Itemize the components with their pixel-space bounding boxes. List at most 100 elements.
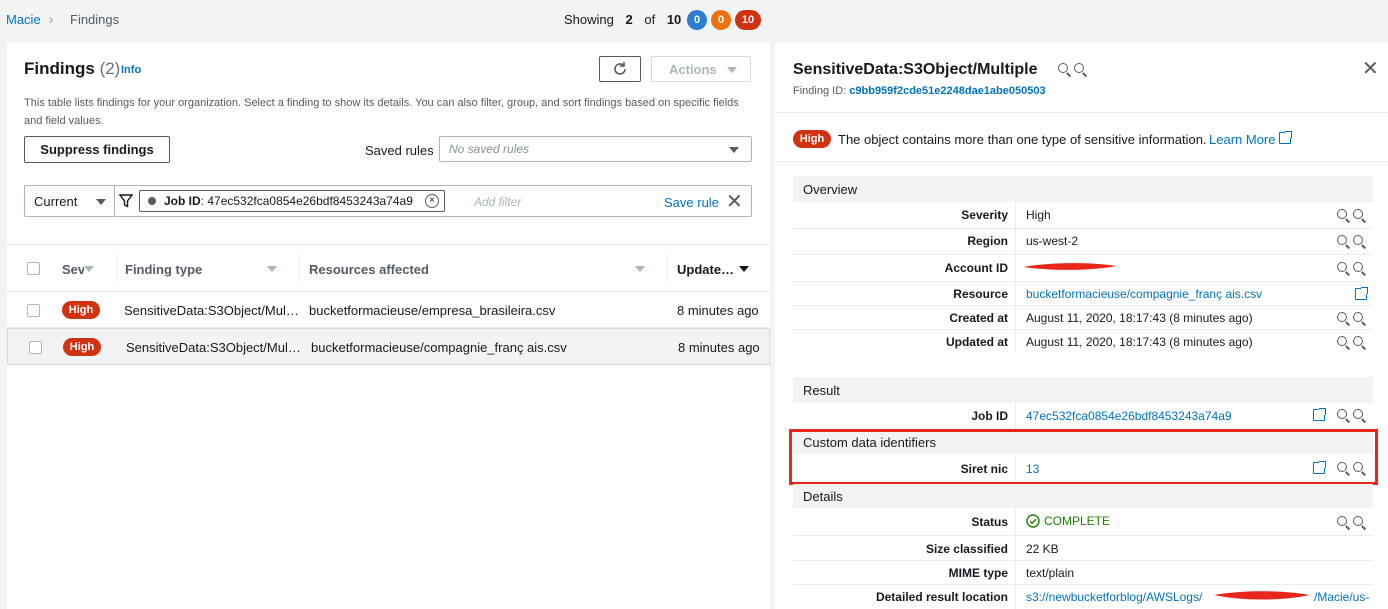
row-checkbox[interactable] [27,304,40,317]
sort-icon[interactable] [84,266,94,272]
divider [793,329,1373,330]
saved-rules-placeholder: No saved rules [449,142,530,156]
job-id-link[interactable]: 47ec532fca0854e26bdf8453243a74a9 [1026,409,1232,423]
zoom-in-icon[interactable] [1337,262,1350,275]
token-value: : 47ec532fca0854e26bdf8453243a74a9 [200,194,413,208]
col-severity[interactable]: Sev [62,262,84,277]
external-link-icon[interactable] [1355,287,1368,300]
resource-label: Resource [953,287,1008,301]
zoom-out-icon[interactable] [1353,209,1366,222]
updated-value: August 11, 2020, 18:17:43 (8 minutes ago… [1026,335,1253,349]
sort-icon[interactable] [635,266,645,272]
detail-title: SensitiveData:S3Object/Multiple [793,61,1038,78]
breadcrumb-findings: Findings [70,12,120,27]
job-zoom [1337,409,1366,422]
zoom-in-icon[interactable] [1337,312,1350,325]
created-value: August 11, 2020, 18:17:43 (8 minutes ago… [1026,311,1253,325]
location-start[interactable]: s3://newbucketforblog/AWSLogs/ [1026,590,1202,604]
add-filter-input[interactable]: Add filter [474,195,521,209]
findings-title: Findings (2) [24,59,120,79]
zoom-out-icon[interactable] [1353,409,1366,422]
finding-id-link[interactable]: c9bb959f2cde51e2248dae1abe050503 [849,85,1045,97]
severity-badge: High [62,301,100,319]
medium-severity-count[interactable]: 0 [711,10,731,30]
divider [793,584,1373,585]
col-resources[interactable]: Resources affected [309,262,429,277]
learn-more-link[interactable]: Learn More [1209,132,1275,147]
clear-filter-icon[interactable]: ✕ [726,189,743,214]
details-heading: Details [793,484,1373,508]
sort-icon[interactable] [267,266,277,272]
external-link-icon[interactable] [1313,408,1326,421]
zoom-in-icon[interactable] [1337,409,1350,422]
mime-label: MIME type [948,566,1008,580]
table-row-selected[interactable]: High SensitiveData:S3Object/Mul… bucketf… [7,328,770,365]
caret-down-icon [729,147,739,153]
detail-summary: The object contains more than one type o… [838,132,1207,147]
close-icon[interactable]: ✕ [1362,56,1379,81]
zoom-in-icon[interactable] [1058,63,1071,76]
breadcrumb-macie[interactable]: Macie [6,12,41,27]
saved-rules-select[interactable]: No saved rules [439,136,752,162]
column-divider [117,254,118,282]
updated: 8 minutes ago [678,340,760,355]
region-value: us-west-2 [1026,234,1079,248]
region-zoom [1337,235,1366,248]
refresh-button[interactable] [599,56,641,82]
external-link-icon[interactable] [1279,131,1292,144]
column-divider [667,254,668,282]
current-select[interactable]: Current [24,185,115,217]
resource: bucketformacieuse/compagnie_franç ais.cs… [311,340,567,355]
status-zoom [1337,516,1366,529]
job-id-label: Job ID [971,409,1008,423]
filter-bar[interactable]: Job ID : 47ec532fca0854e26bdf8453243a74a… [114,185,752,217]
column-divider [1015,508,1016,609]
col-finding-type[interactable]: Finding type [125,262,202,277]
account-zoom [1337,262,1366,275]
zoom-out-icon[interactable] [1353,516,1366,529]
token-dot-icon [148,197,156,205]
divider [793,305,1373,306]
zoom-out-icon[interactable] [1353,262,1366,275]
resource-link[interactable]: bucketformacieuse/compagnie_franç ais.cs… [1026,287,1262,301]
redaction-mark [1214,591,1310,600]
zoom-out-icon[interactable] [1074,63,1087,76]
location-end[interactable]: /Macie/us- [1314,590,1374,604]
findings-panel: Findings (2) Info Actions This table lis… [7,42,770,609]
divider [793,281,1373,282]
low-severity-count[interactable]: 0 [687,10,707,30]
info-link[interactable]: Info [121,64,141,76]
col-updated[interactable]: Update… [677,262,734,277]
zoom-in-icon[interactable] [1337,336,1350,349]
zoom-in-icon[interactable] [1337,235,1350,248]
zoom-out-icon[interactable] [1353,336,1366,349]
actions-dropdown[interactable]: Actions [651,56,751,82]
highlight-box [789,429,1378,485]
result-heading: Result [793,377,1373,403]
column-divider [1015,403,1016,429]
column-divider [299,254,300,282]
severity-value: High [1026,208,1051,222]
suppress-findings-button[interactable]: Suppress findings [24,136,170,163]
updated: 8 minutes ago [677,303,759,318]
filter-token[interactable]: Job ID : 47ec532fca0854e26bdf8453243a74a… [139,190,445,212]
mime-value: text/plain [1026,566,1075,580]
zoom-out-icon[interactable] [1353,312,1366,325]
remove-token-icon[interactable]: × [425,194,439,208]
save-rule-link[interactable]: Save rule [664,195,719,210]
top-bar: Macie › Findings Showing 2 of 10 0 0 10 [0,0,1388,40]
select-all-checkbox[interactable] [27,262,40,275]
finding-type: SensitiveData:S3Object/Mul… [126,340,301,355]
high-severity-count[interactable]: 10 [735,10,761,30]
showing-counter: Showing 2 of 10 [564,12,681,27]
zoom-in-icon[interactable] [1337,516,1350,529]
check-circle-icon [1026,514,1040,528]
status-value: COMPLETE [1026,514,1110,528]
table-row[interactable]: High SensitiveData:S3Object/Mul… bucketf… [7,292,770,327]
row-checkbox[interactable] [29,341,42,354]
severity-zoom [1337,209,1366,222]
zoom-in-icon[interactable] [1337,209,1350,222]
zoom-out-icon[interactable] [1353,235,1366,248]
updated-zoom [1337,336,1366,349]
sort-desc-icon[interactable] [739,266,749,272]
